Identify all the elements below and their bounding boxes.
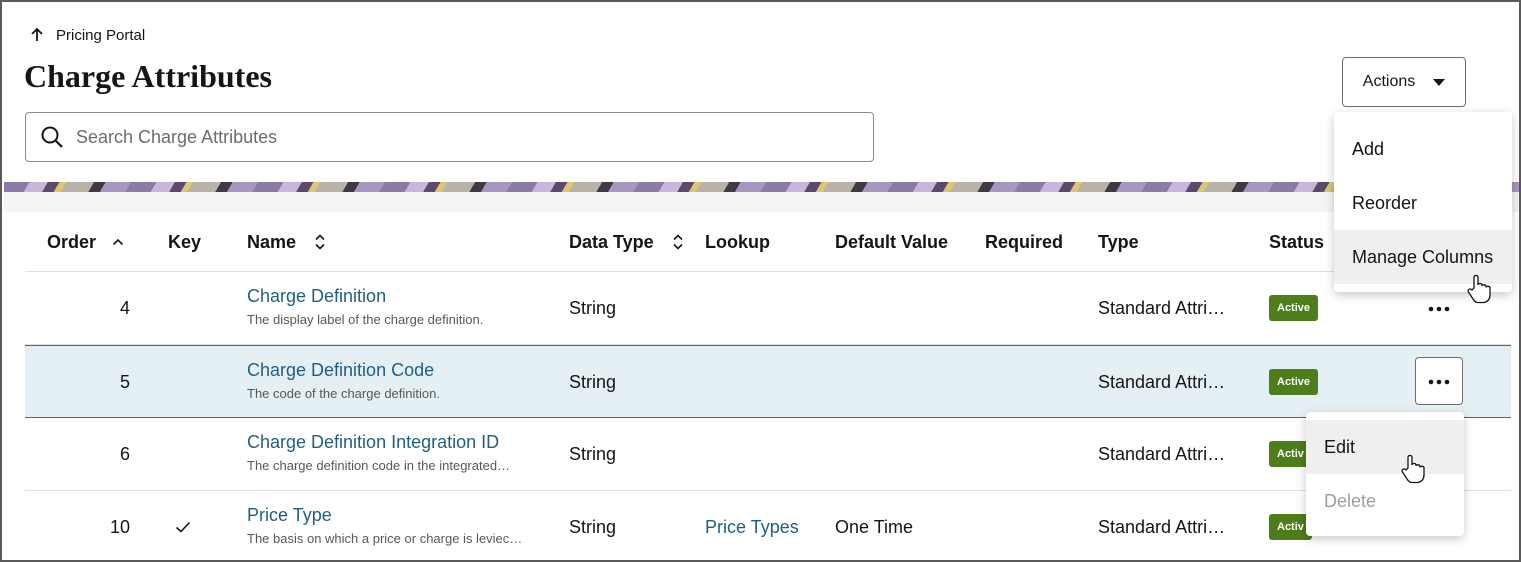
type-cell: Standard Attri…	[1098, 443, 1226, 464]
attribute-description: The code of the charge definition.	[247, 386, 440, 401]
decorative-banner	[4, 182, 1519, 192]
order-cell: 10	[109, 516, 130, 537]
checkmark-icon	[175, 521, 191, 533]
search-icon	[40, 125, 64, 149]
column-status: Status	[1269, 212, 1324, 272]
column-default-value-label: Default Value	[835, 231, 949, 252]
actions-menu: Add Reorder Manage Columns	[1334, 112, 1512, 292]
app-frame: Pricing Portal Charge Attributes Actions…	[0, 0, 1521, 562]
sort-ascending-icon[interactable]	[112, 237, 124, 247]
sort-toggle-icon[interactable]	[314, 233, 326, 251]
data-type-cell: String	[569, 371, 617, 392]
breadcrumb[interactable]: Pricing Portal	[28, 24, 145, 46]
column-type-label: Type	[1098, 231, 1139, 252]
more-horizontal-icon	[1428, 372, 1450, 390]
column-status-label: Status	[1269, 231, 1325, 252]
table-row[interactable]: 6 Charge Definition Integration ID The c…	[25, 418, 1511, 491]
table-row[interactable]: 4 Charge Definition The display label of…	[25, 272, 1511, 345]
key-cell	[175, 491, 191, 560]
menu-item-manage-columns[interactable]: Manage Columns	[1334, 230, 1512, 284]
column-required: Required	[985, 212, 1063, 272]
caret-down-icon	[1433, 78, 1446, 86]
column-name[interactable]: Name	[247, 212, 326, 272]
attribute-description: The charge definition code in the integr…	[247, 458, 511, 473]
menu-item-add[interactable]: Add	[1334, 122, 1512, 176]
arrow-up-icon	[28, 26, 46, 44]
attribute-description: The display label of the charge definiti…	[247, 312, 484, 327]
type-cell: Standard Attri…	[1098, 371, 1226, 392]
default-value-cell: One Time	[835, 516, 914, 537]
attribute-name-link[interactable]: Charge Definition	[247, 286, 483, 307]
attribute-name-link[interactable]: Charge Definition Integration ID	[247, 432, 510, 453]
actions-label: Actions	[1362, 73, 1416, 90]
lookup-cell: Price Types	[705, 491, 799, 560]
menu-item-delete: Delete	[1324, 490, 1377, 511]
type-cell: Standard Attri…	[1098, 516, 1226, 537]
search-input[interactable]	[76, 126, 836, 148]
row-actions-button[interactable]	[1415, 357, 1463, 405]
name-cell: Charge Definition The display label of t…	[247, 286, 483, 327]
banner-band	[4, 192, 1519, 212]
table-row[interactable]: 10 Price Type The basis on which a price…	[25, 491, 1511, 560]
order-cell: 5	[119, 371, 130, 392]
column-key: Key	[168, 212, 201, 272]
lookup-link[interactable]: Price Types	[705, 517, 799, 538]
status-badge: Active	[1269, 295, 1319, 321]
order-cell: 6	[119, 443, 130, 464]
table-row-selected[interactable]: 5 Charge Definition Code The code of the…	[25, 345, 1511, 418]
attribute-description: The basis on which a price or charge is …	[247, 531, 523, 546]
name-cell: Charge Definition Code The code of the c…	[247, 360, 440, 401]
column-name-label: Name	[247, 231, 297, 252]
more-horizontal-icon	[1428, 299, 1450, 317]
order-cell: 4	[119, 297, 130, 318]
sort-toggle-icon[interactable]	[672, 233, 684, 251]
column-type: Type	[1098, 212, 1139, 272]
attribute-name-link[interactable]: Charge Definition Code	[247, 360, 440, 381]
breadcrumb-label: Pricing Portal	[56, 26, 146, 44]
name-cell: Charge Definition Integration ID The cha…	[247, 432, 510, 473]
column-lookup-label: Lookup	[705, 231, 770, 252]
name-cell: Price Type The basis on which a price or…	[247, 505, 522, 546]
row-actions-menu: Edit Delete	[1306, 412, 1464, 536]
column-key-label: Key	[168, 231, 202, 252]
column-data-type[interactable]: Data Type	[569, 212, 684, 272]
attribute-name-link[interactable]: Price Type	[247, 505, 522, 526]
data-type-cell: String	[569, 297, 617, 318]
column-required-label: Required	[985, 231, 1064, 252]
status-badge: Active	[1269, 369, 1319, 395]
menu-item-reorder[interactable]: Reorder	[1334, 176, 1512, 230]
column-lookup: Lookup	[705, 212, 770, 272]
column-order[interactable]: Order	[47, 212, 124, 272]
column-default-value: Default Value	[835, 212, 948, 272]
page-title: Charge Attributes	[24, 58, 272, 94]
search-field[interactable]	[25, 112, 874, 162]
status-cell: Active	[1269, 272, 1319, 344]
data-type-cell: String	[569, 443, 617, 464]
status-cell: Active	[1269, 346, 1319, 418]
menu-item-edit[interactable]: Edit	[1306, 420, 1464, 474]
actions-button[interactable]: Actions	[1342, 57, 1466, 107]
type-cell: Standard Attri…	[1098, 297, 1226, 318]
table-header: Order Key Name Data Type Lookup Default …	[25, 212, 1511, 272]
column-order-label: Order	[47, 231, 97, 252]
data-type-cell: String	[569, 516, 617, 537]
column-data-type-label: Data Type	[569, 231, 654, 252]
